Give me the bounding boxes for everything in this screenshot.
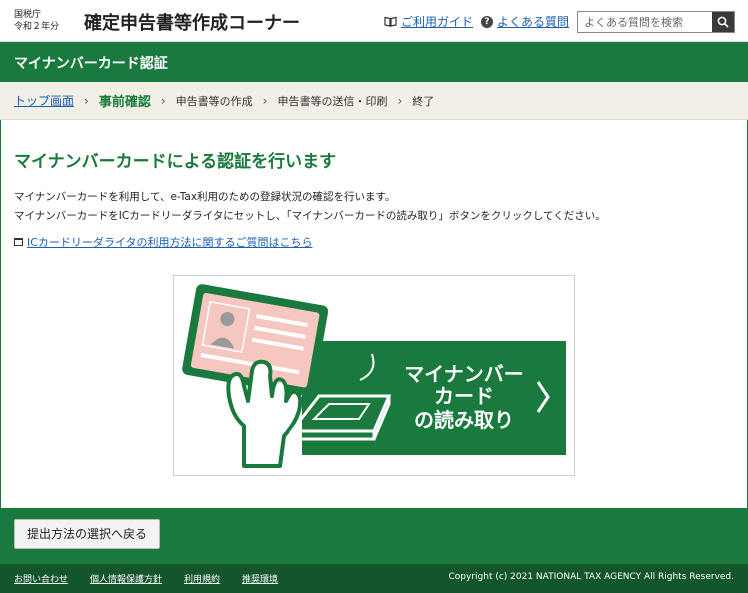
footer-link-terms[interactable]: 利用規約 — [184, 572, 220, 585]
copyright: Copyright (c) 2021 NATIONAL TAX AGENCY A… — [448, 572, 735, 582]
card-reader-help-link[interactable]: ICカードリーダライタの利用方法に関するご質問はこちら — [14, 234, 312, 250]
footer-links: お問い合わせ 個人情報保護方針 利用規約 推奨環境 — [14, 572, 278, 585]
step-finish: 終了 — [412, 94, 435, 108]
faq-link[interactable]: ? よくある質問 — [481, 13, 569, 30]
question-icon: ? — [481, 15, 493, 28]
search-icon — [717, 16, 729, 28]
faq-label: よくある質問 — [497, 15, 570, 29]
header: 国税庁 令和２年分 確定申告書等作成コーナー ご利用ガイド ? よくある質問 — [0, 0, 748, 42]
footer-link-recommended-env[interactable]: 推奨環境 — [242, 572, 278, 585]
chevron-right-icon: › — [160, 93, 166, 108]
read-my-number-card-button[interactable]: マイナンバー カード の読み取り — [174, 276, 574, 475]
instructions: マイナンバーカードを利用して、e-Tax利用のための登録状況の確認を行います。 … — [14, 188, 606, 226]
progress-steps: トップ画面 › 事前確認 › 申告書等の作成 › 申告書等の送信・印刷 › 終了 — [0, 82, 748, 120]
back-to-submission-method-button[interactable]: 提出方法の選択へ戻る — [14, 519, 161, 549]
app-title: 確定申告書等作成コーナー — [84, 13, 300, 34]
card-button-line-1: マイナンバー — [404, 362, 524, 386]
card-button-line-3: の読み取り — [414, 408, 514, 432]
instruction-line-1: マイナンバーカードを利用して、e-Tax利用のための登録状況の確認を行います。 — [14, 191, 396, 203]
card-button-line-2: カード — [434, 384, 494, 408]
step-top-screen[interactable]: トップ画面 — [14, 92, 74, 109]
new-window-icon — [14, 238, 23, 246]
card-read-panel: マイナンバー カード の読み取り — [173, 275, 575, 476]
section-bar: マイナンバーカード認証 — [0, 42, 748, 82]
book-icon — [384, 16, 397, 27]
search-input[interactable] — [578, 12, 712, 32]
section-title: マイナンバーカード認証 — [14, 56, 168, 72]
chevron-right-icon: › — [397, 93, 403, 108]
footer-link-contact[interactable]: お問い合わせ — [14, 572, 68, 585]
chevron-right-icon: › — [84, 93, 89, 108]
chevron-right-icon: › — [262, 93, 268, 108]
user-guide-label: ご利用ガイド — [401, 15, 474, 29]
step-send-print: 申告書等の送信・印刷 — [277, 94, 388, 108]
instruction-line-2: マイナンバーカードをICカードリーダライタにセットし、「マイナンバーカードの読み… — [14, 210, 606, 222]
step-create-return: 申告書等の作成 — [175, 94, 253, 108]
card-reader-illustration: マイナンバー カード の読み取り — [182, 284, 566, 468]
search-box — [577, 11, 735, 33]
footer: お問い合わせ 個人情報保護方針 利用規約 推奨環境 Copyright (c) … — [0, 564, 748, 593]
step-pre-check: 事前確認 — [98, 95, 151, 110]
card-reader-help-label: ICカードリーダライタの利用方法に関するご質問はこちら — [27, 236, 313, 249]
agency-name: 国税庁 — [14, 10, 42, 20]
user-guide-link[interactable]: ご利用ガイド — [384, 13, 473, 30]
action-bar: 提出方法の選択へ戻る — [0, 508, 748, 564]
agency-label: 国税庁 令和２年分 — [14, 9, 59, 33]
page-heading: マイナンバーカードによる認証を行います — [14, 152, 337, 172]
footer-link-privacy[interactable]: 個人情報保護方針 — [90, 572, 162, 585]
search-button[interactable] — [712, 12, 734, 32]
tax-year: 令和２年分 — [14, 22, 60, 32]
